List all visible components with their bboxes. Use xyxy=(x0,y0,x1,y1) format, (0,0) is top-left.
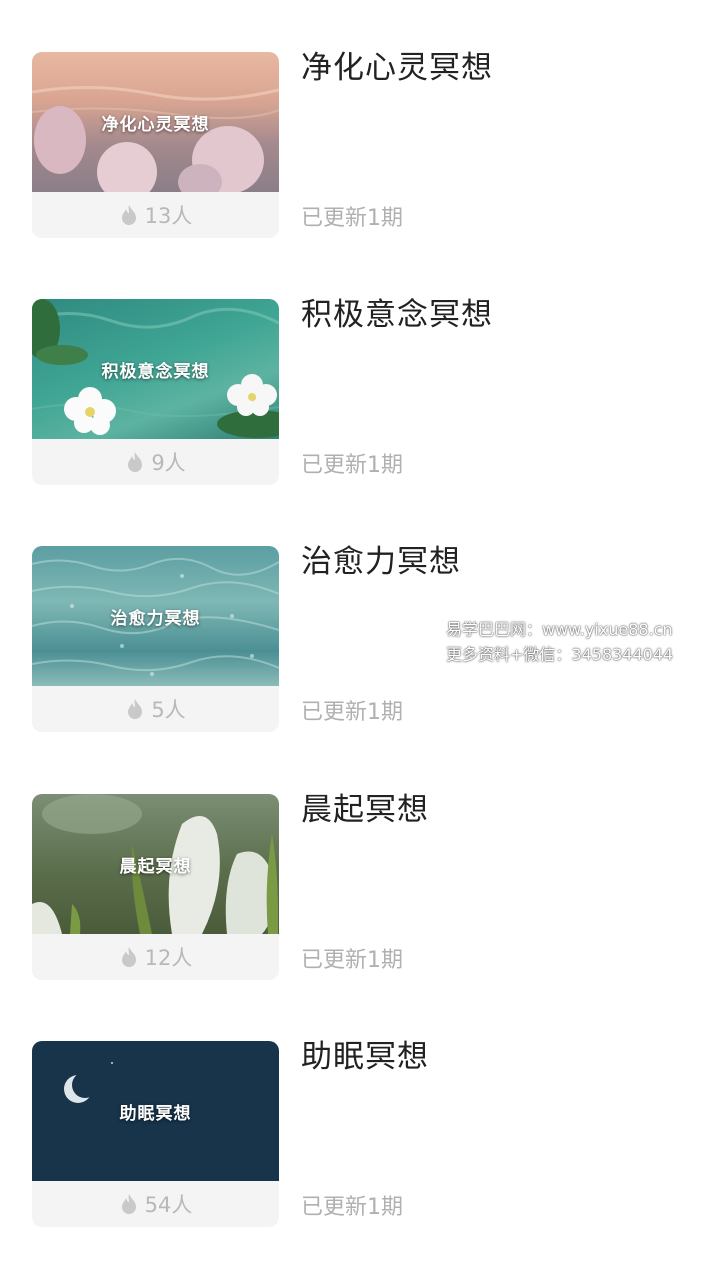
course-thumbnail[interactable]: 净化心灵冥想 xyxy=(32,52,279,192)
thumbnail-title: 治愈力冥想 xyxy=(110,609,201,629)
count-text: 12人 xyxy=(144,946,193,970)
course-thumbnail[interactable]: 助眠冥想 xyxy=(32,1041,279,1181)
thumbnail-title: 晨起冥想 xyxy=(119,857,192,877)
update-status: 已更新1期 xyxy=(301,453,403,478)
course-thumbnail[interactable]: 治愈力冥想 xyxy=(32,546,279,686)
flame-icon xyxy=(119,203,139,227)
course-item-purify[interactable]: 净化心灵冥想 13人 净化心灵冥想 已更新1期 xyxy=(0,50,702,242)
course-title[interactable]: 治愈力冥想 xyxy=(301,544,461,580)
count-text: 13人 xyxy=(144,204,193,228)
course-item-sleep[interactable]: 助眠冥想 54人 助眠冥想 已更新1期 xyxy=(0,1039,702,1231)
count-text: 9人 xyxy=(151,451,186,475)
course-title[interactable]: 助眠冥想 xyxy=(301,1039,429,1075)
update-status: 已更新1期 xyxy=(301,948,403,973)
thumbnail-title: 积极意念冥想 xyxy=(101,362,210,382)
participant-count: 13人 xyxy=(32,192,279,238)
course-card[interactable]: 助眠冥想 54人 xyxy=(32,1041,279,1227)
update-status: 已更新1期 xyxy=(301,700,403,725)
flame-icon xyxy=(119,1192,139,1216)
course-card[interactable]: 治愈力冥想 5人 xyxy=(32,546,279,732)
course-item-morning[interactable]: 晨起冥想 12人 晨起冥想 已更新1期 xyxy=(0,792,702,984)
watermark-line1: 易学巴巴网：www.yixue88.cn xyxy=(446,620,673,639)
course-title[interactable]: 净化心灵冥想 xyxy=(301,50,493,86)
flame-icon xyxy=(125,697,145,721)
course-thumbnail[interactable]: 积极意念冥想 xyxy=(32,299,279,439)
participant-count: 9人 xyxy=(32,439,279,485)
course-item-positive[interactable]: 积极意念冥想 9人 积极意念冥想 已更新1期 xyxy=(0,297,702,489)
course-thumbnail[interactable]: 晨起冥想 xyxy=(32,794,279,934)
thumbnail-title: 助眠冥想 xyxy=(119,1104,192,1124)
course-card[interactable]: 积极意念冥想 9人 xyxy=(32,299,279,485)
watermark-line2: 更多资料+微信：3458344044 xyxy=(446,645,674,664)
update-status: 已更新1期 xyxy=(301,206,403,231)
course-title[interactable]: 积极意念冥想 xyxy=(301,297,493,333)
course-title[interactable]: 晨起冥想 xyxy=(301,792,429,828)
participant-count: 12人 xyxy=(32,934,279,980)
course-card[interactable]: 净化心灵冥想 13人 xyxy=(32,52,279,238)
participant-count: 5人 xyxy=(32,686,279,732)
count-text: 54人 xyxy=(144,1193,193,1217)
count-text: 5人 xyxy=(151,698,186,722)
thumbnail-title: 净化心灵冥想 xyxy=(101,115,210,135)
watermark: 易学巴巴网：www.yixue88.cn 更多资料+微信：3458344044 xyxy=(446,617,673,667)
update-status: 已更新1期 xyxy=(301,1195,403,1220)
flame-icon xyxy=(125,450,145,474)
participant-count: 54人 xyxy=(32,1181,279,1227)
flame-icon xyxy=(119,945,139,969)
course-card[interactable]: 晨起冥想 12人 xyxy=(32,794,279,980)
